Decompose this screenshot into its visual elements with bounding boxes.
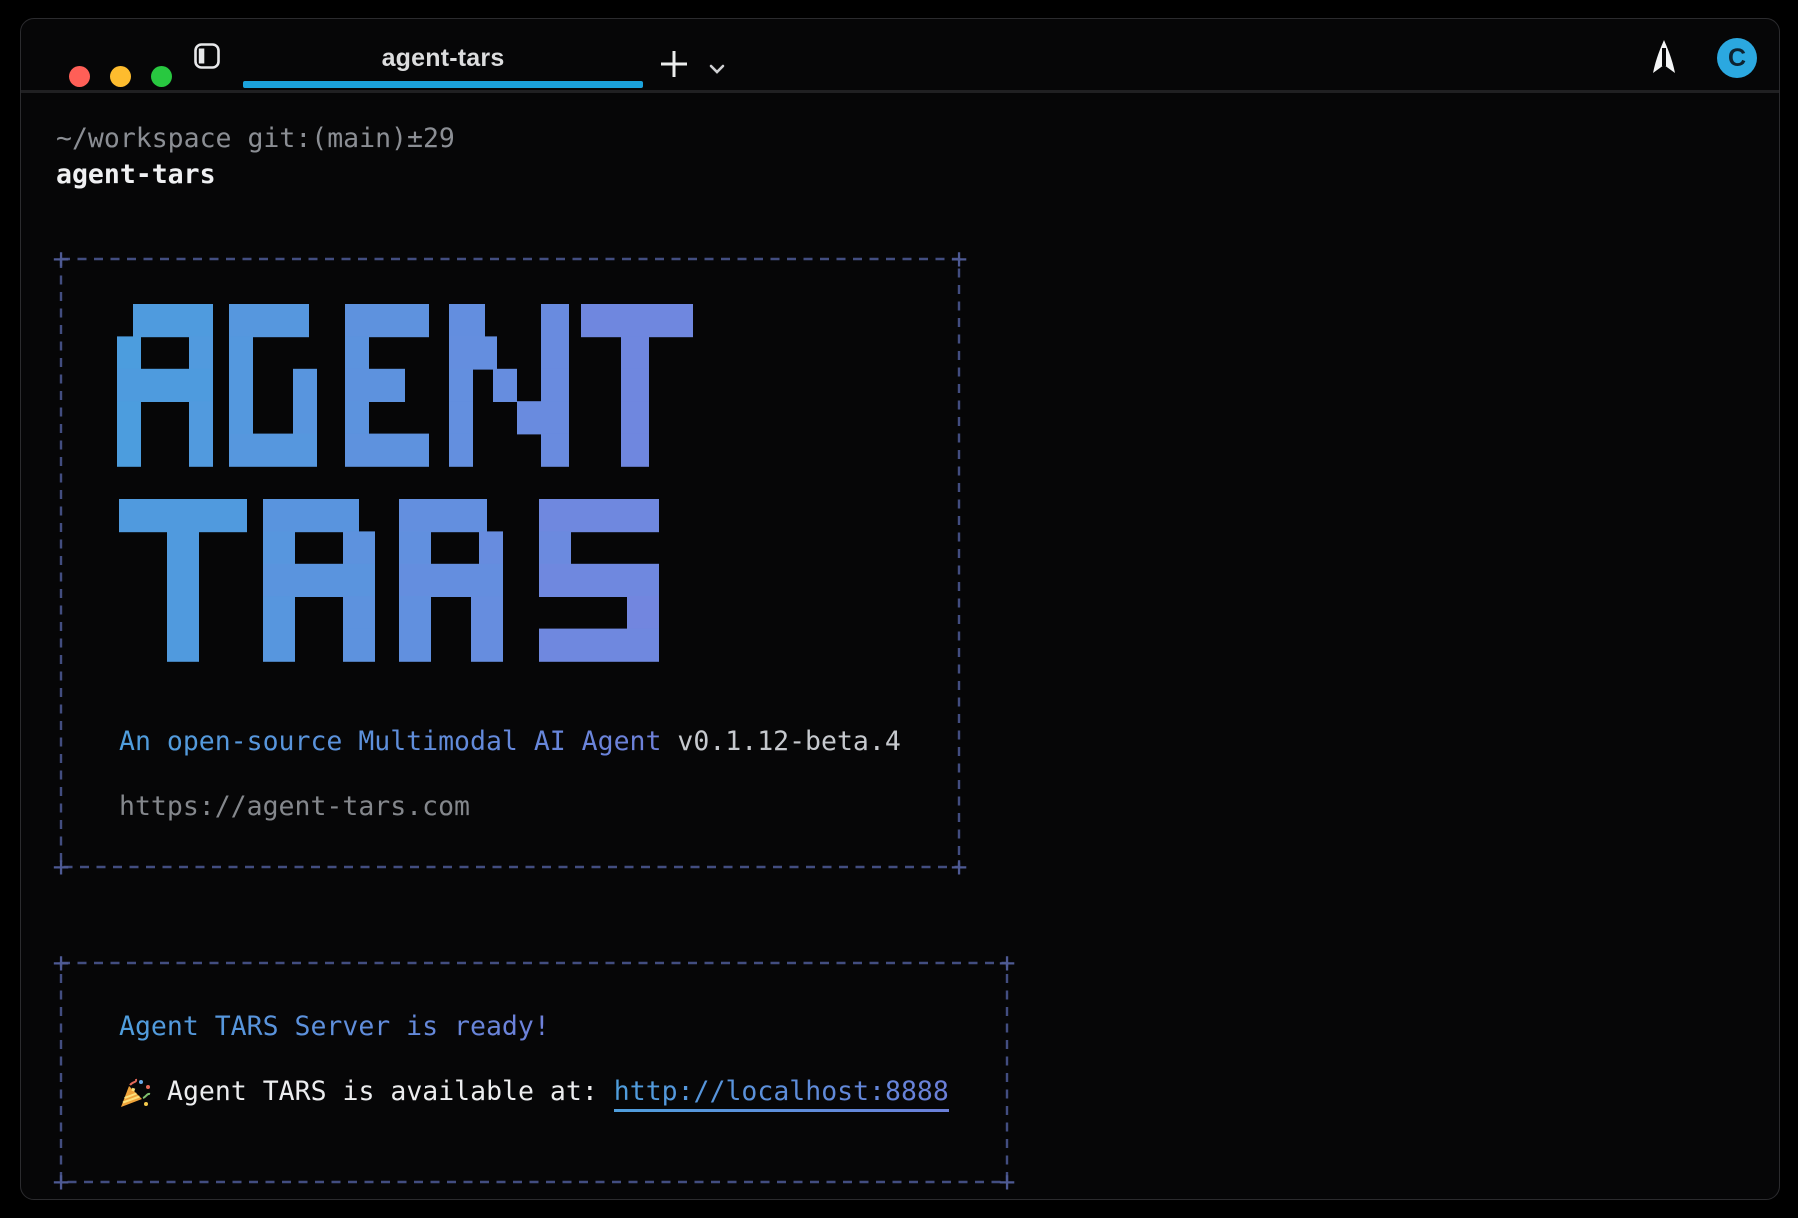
entered-command: agent-tars: [56, 158, 216, 191]
svg-text:+: +: [53, 850, 70, 883]
site-url-text: https://agent-tars.com: [119, 790, 470, 823]
minimize-button[interactable]: [110, 66, 131, 87]
logo-line: [117, 304, 693, 467]
zoom-button[interactable]: [151, 66, 172, 87]
close-button[interactable]: [69, 66, 90, 87]
tab-title: agent-tars: [243, 44, 643, 73]
localhost-link[interactable]: http://localhost:8888: [614, 1075, 949, 1112]
dashed-ascii-box: + + + +: [41, 943, 1027, 1202]
svg-text:+: +: [53, 242, 70, 275]
logo-line: [119, 499, 659, 662]
tagline-line: An open-source Multimodal AI Agent v0.1.…: [119, 725, 901, 758]
version-text: [661, 726, 677, 757]
server-ready-text: Agent TARS Server is ready!: [119, 1011, 550, 1042]
available-prefix-text: Agent TARS is available at:: [167, 1075, 598, 1108]
shell-prompt: ~/workspace git:(main)±29: [56, 122, 455, 155]
warp-rocket-icon[interactable]: [1649, 40, 1679, 76]
chevron-down-icon[interactable]: [709, 64, 725, 74]
account-avatar[interactable]: C: [1717, 38, 1757, 78]
svg-text:+: +: [53, 946, 70, 979]
new-tab-button[interactable]: [658, 48, 690, 80]
tabbar-divider: [21, 90, 1779, 93]
active-tab-underline: [243, 81, 643, 88]
svg-text:+: +: [999, 1165, 1016, 1198]
avatar-letter: C: [1728, 44, 1746, 72]
svg-text:+: +: [53, 1165, 70, 1198]
svg-text:+: +: [951, 242, 968, 275]
svg-text:+: +: [951, 850, 968, 883]
sidebar-toggle-icon[interactable]: [194, 43, 220, 69]
terminal-window: agent-tars C ~/workspace git:(main)±29 a…: [20, 18, 1780, 1200]
server-ready-line: Agent TARS Server is ready!: [119, 1010, 550, 1043]
server-available-line: Agent TARS is available at: http://local…: [119, 1075, 949, 1112]
svg-text:+: +: [999, 946, 1016, 979]
party-popper-icon: [119, 1077, 151, 1109]
tagline-text: An open-source Multimodal AI Agent: [119, 726, 661, 757]
version-value: v0.1.12-beta.4: [677, 726, 900, 757]
